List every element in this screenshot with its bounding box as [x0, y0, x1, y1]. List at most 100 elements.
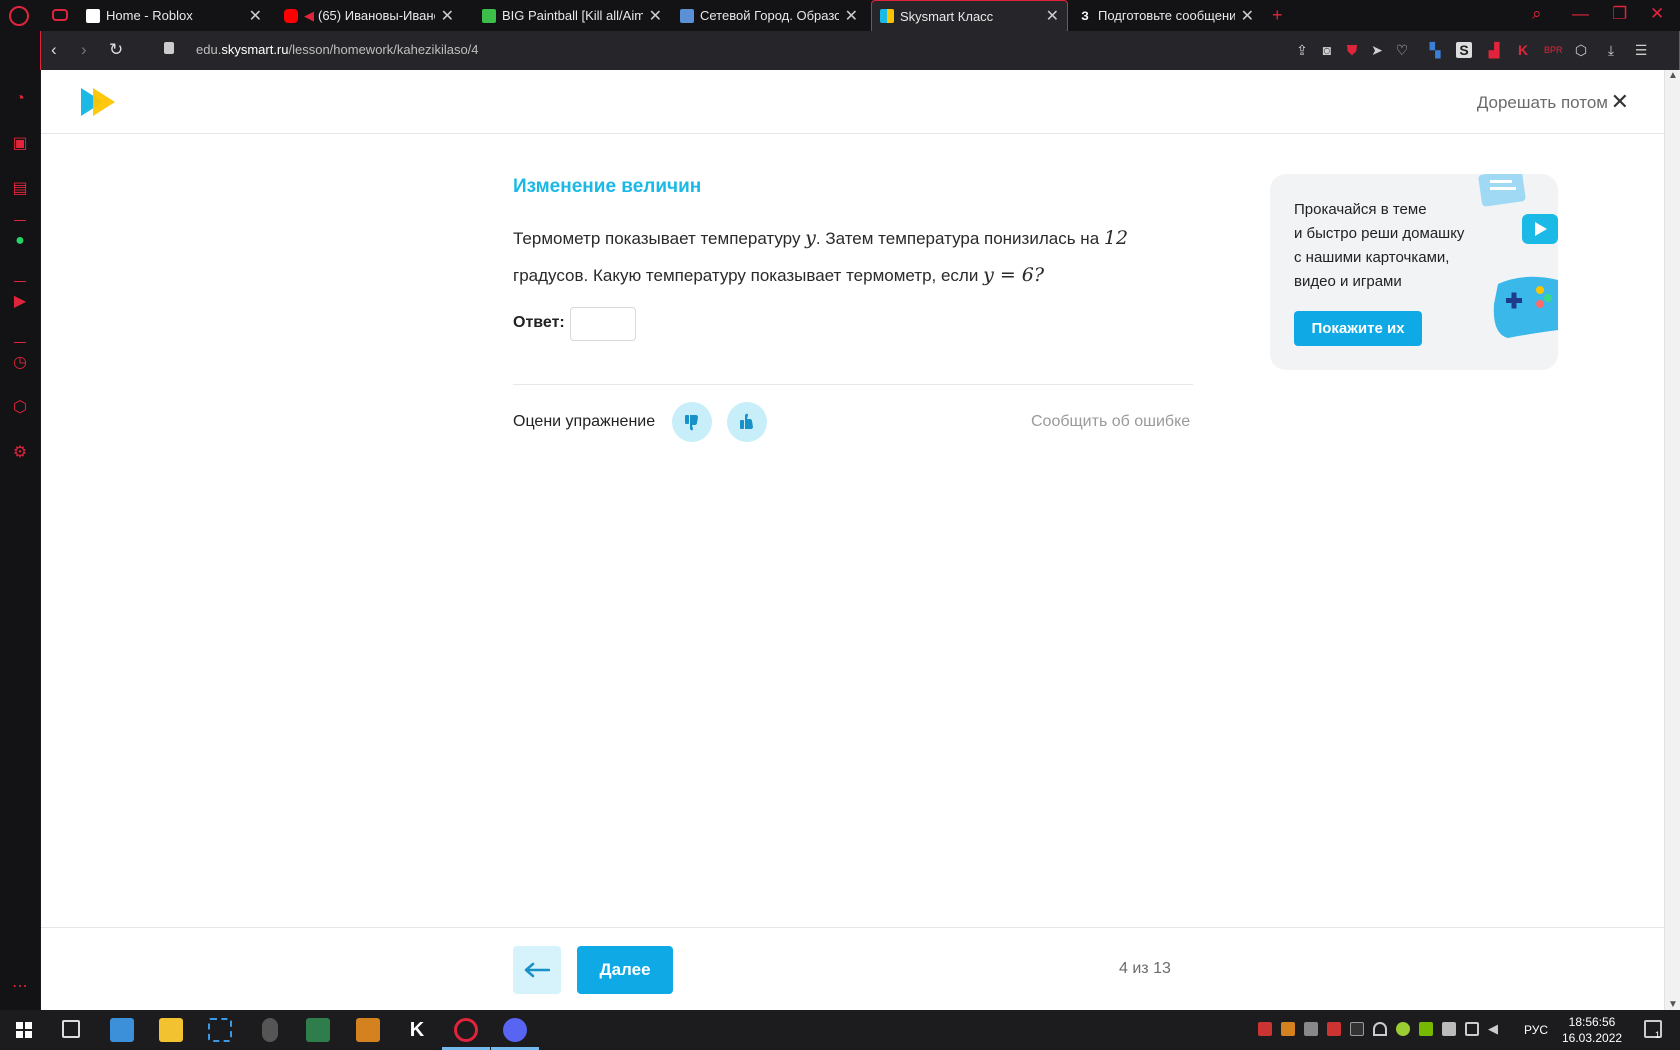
thumbs-down-button[interactable] [672, 402, 712, 442]
shopping-bag-icon[interactable]: ▣ [10, 134, 30, 154]
twitch-icon[interactable]: ▤ [10, 179, 30, 199]
clock-date: 16.03.2022 [1562, 1031, 1623, 1045]
heart-icon[interactable]: ♡ [1394, 42, 1410, 58]
sidebar-divider [14, 281, 26, 282]
clock[interactable]: 18:56:56 16.03.2022 [1562, 1014, 1622, 1046]
speaker-icon[interactable]: ◀ [304, 8, 314, 24]
download-icon[interactable]: ⤓ [1603, 42, 1619, 58]
whatsapp-icon[interactable]: ● [10, 231, 30, 251]
send-icon[interactable]: ➤ [1369, 42, 1385, 58]
task-view-icon[interactable] [62, 1020, 80, 1038]
ext-bpr-icon[interactable]: BPR [1544, 42, 1563, 58]
minimize-button[interactable]: — [1572, 4, 1589, 24]
opera-menu-icon[interactable] [9, 6, 29, 26]
history-icon[interactable]: ◷ [10, 353, 30, 373]
thumbs-down-icon [685, 415, 698, 431]
adblock-icon[interactable]: ⛊ [1344, 42, 1360, 58]
close-tab-icon[interactable]: ✕ [845, 6, 858, 26]
show-cards-button[interactable]: Покажите их [1294, 311, 1422, 346]
tab-yandex[interactable]: З Подготовьте сообщение о ✕ [1070, 0, 1262, 31]
scroll-up-icon[interactable]: ▲ [1668, 70, 1678, 81]
report-error-link[interactable]: Сообщить об ошибке [1031, 413, 1190, 431]
settings-gear-icon[interactable]: ⚙ [10, 443, 30, 463]
close-tab-icon[interactable]: ✕ [1241, 6, 1254, 26]
tray-app-icon[interactable] [1281, 1022, 1295, 1036]
promo-line: видео и играми [1294, 273, 1402, 290]
arrow-left-icon [524, 962, 550, 978]
orange-app-icon[interactable] [356, 1018, 380, 1042]
thumbs-up-button[interactable] [727, 402, 767, 442]
mouse-app-icon[interactable] [262, 1018, 278, 1042]
next-button[interactable]: Далее [577, 946, 673, 994]
browser-sidebar: ◔ ▣ ▤ ● ▶ ◷ ⬡ ⚙ ⋯ [0, 31, 40, 1010]
k-app-icon[interactable]: K [405, 1018, 429, 1042]
ext-blue-icon[interactable]: ▚ [1427, 42, 1443, 58]
discord-icon[interactable] [503, 1018, 527, 1042]
ext-k-icon[interactable]: K [1515, 42, 1531, 58]
url-field[interactable]: edu.skysmart.ru/lesson/homework/kaheziki… [196, 42, 479, 57]
yandex-icon: З [1081, 8, 1089, 23]
question-part-3: градусов. Какую температуру показывает т… [513, 266, 984, 285]
rate-label: Оцени упражнение [513, 413, 656, 430]
notifications-icon[interactable]: 1 [1644, 1020, 1662, 1040]
video-illustration-icon [1522, 214, 1558, 244]
new-tab-button[interactable]: + [1272, 5, 1283, 26]
language-indicator[interactable]: РУС [1524, 1023, 1548, 1037]
reload-icon[interactable]: ↻ [109, 40, 123, 60]
url-path: /lesson/homework/kahezikilaso/4 [288, 42, 479, 57]
player-icon[interactable]: ▶ [10, 292, 30, 312]
page-scrollbar[interactable]: ▲ ▼ [1664, 70, 1680, 1010]
close-icon[interactable]: ✕ [1611, 89, 1629, 115]
snipping-tool-icon[interactable] [208, 1018, 232, 1042]
ext-red-icon[interactable]: ▟ [1486, 42, 1502, 58]
lock-icon[interactable] [164, 42, 174, 54]
back-button[interactable] [513, 946, 561, 994]
math-var-y: y [805, 227, 816, 249]
nvidia-icon[interactable] [1419, 1022, 1433, 1036]
tray-app-icon[interactable] [1442, 1022, 1456, 1036]
close-tab-icon[interactable]: ✕ [441, 6, 454, 26]
windows-start-icon[interactable] [16, 1022, 32, 1038]
file-explorer-icon[interactable] [159, 1018, 183, 1042]
scroll-down-icon[interactable]: ▼ [1668, 999, 1678, 1010]
opera-taskbar-icon[interactable] [454, 1018, 478, 1042]
gamepad-icon[interactable] [52, 9, 68, 21]
extensions-icon[interactable]: ⬡ [10, 398, 30, 418]
speed-dial-icon[interactable]: ◔ [10, 89, 30, 109]
tab-roblox[interactable]: Home - Roblox ✕ [78, 0, 270, 31]
close-tab-icon[interactable]: ✕ [649, 6, 662, 26]
divider [513, 384, 1193, 385]
tab-youtube[interactable]: ◀ (65) Ивановы-Ивановы ✕ [276, 0, 462, 31]
forward-nav-icon[interactable]: › [81, 40, 87, 60]
tray-app-icon[interactable] [1327, 1022, 1341, 1036]
tray-app-icon[interactable] [1258, 1022, 1272, 1036]
tray-app-icon[interactable] [1396, 1022, 1410, 1036]
tray-app-icon[interactable] [1350, 1022, 1364, 1036]
more-options-icon[interactable]: ⋯ [10, 977, 30, 997]
tab-skysmart[interactable]: Skysmart Класс ✕ [871, 0, 1068, 31]
page-content: Дорешать потом ✕ Изменение величин Термо… [41, 70, 1664, 1010]
network-icon[interactable] [1465, 1022, 1479, 1036]
headphones-icon[interactable] [1373, 1022, 1387, 1036]
tray-app-icon[interactable] [1304, 1022, 1318, 1036]
tab-paintball[interactable]: BIG Paintball [Kill all/Aim/Sil ✕ [474, 0, 670, 31]
easy-setup-icon[interactable]: ☰ [1633, 42, 1649, 58]
tab-search-icon[interactable]: ⌕ [1532, 4, 1542, 24]
answer-input[interactable] [570, 307, 636, 341]
maximize-button[interactable]: ❐ [1612, 4, 1627, 24]
solve-later-link[interactable]: Дорешать потом [1477, 93, 1608, 113]
close-tab-icon[interactable]: ✕ [249, 6, 262, 26]
green-app-icon[interactable] [306, 1018, 330, 1042]
tab-netcity[interactable]: Сетевой Город. Образован ✕ [672, 0, 866, 31]
back-nav-icon[interactable]: ‹ [51, 40, 57, 60]
cube-icon[interactable]: ⬡ [1573, 42, 1589, 58]
close-window-button[interactable]: ✕ [1650, 4, 1664, 24]
close-tab-icon[interactable]: ✕ [1046, 6, 1059, 26]
ext-s-icon[interactable]: S [1456, 42, 1472, 58]
camera-icon[interactable]: ◙ [1319, 42, 1335, 58]
volume-icon[interactable]: ◀ [1488, 1022, 1502, 1036]
question-part-2: . Затем температура понизилась на [815, 229, 1104, 248]
app-control-panel-icon[interactable] [110, 1018, 134, 1042]
share-icon[interactable]: ⇪ [1294, 42, 1310, 58]
skysmart-logo[interactable] [81, 88, 117, 116]
